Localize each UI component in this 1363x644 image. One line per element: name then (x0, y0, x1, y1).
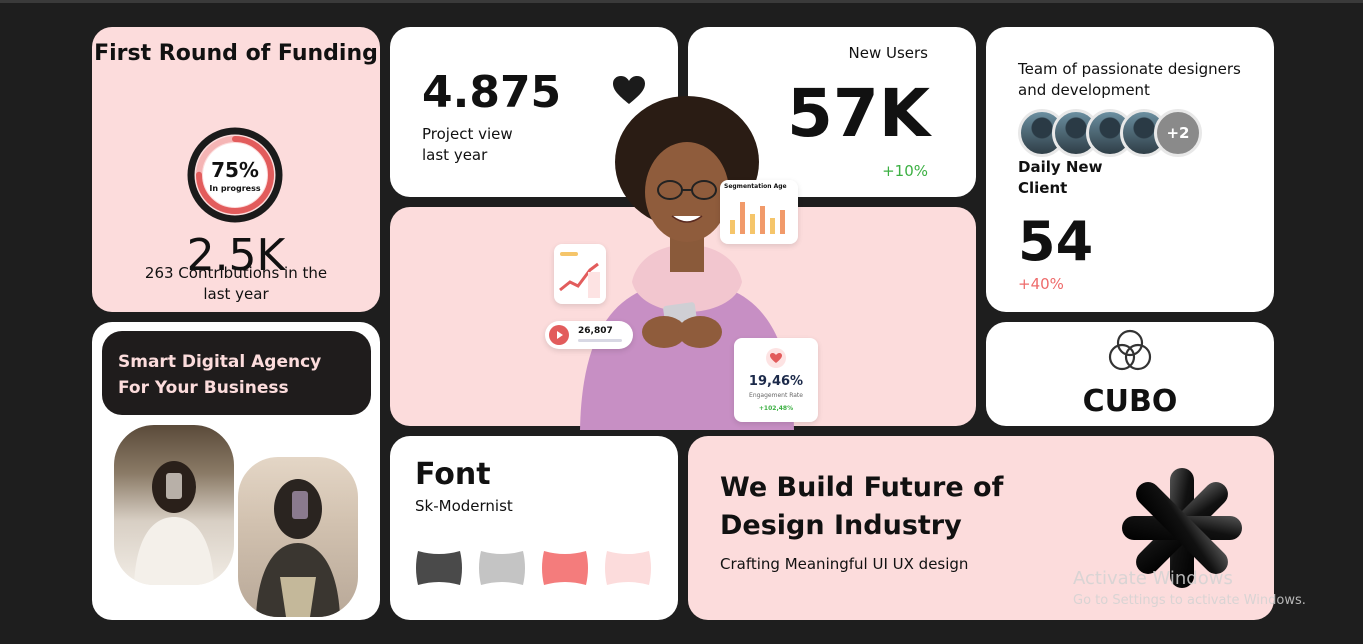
engagement-change: +102,48% (758, 405, 794, 412)
engagement-widget: 19,46% Engagement Rate +102,48% (734, 338, 818, 422)
line-chart-widget (554, 244, 606, 304)
heart-badge-icon (766, 348, 786, 368)
person-photo-icon (134, 461, 214, 585)
bar-chart-icon (730, 202, 785, 234)
agency-card: Smart Digital Agency For Your Business (92, 322, 380, 620)
cubo-card: CUBO (986, 322, 1274, 426)
window-top-bar (0, 0, 1363, 3)
font-card: Font Sk-Modernist (390, 436, 678, 620)
color-swatch[interactable] (540, 549, 590, 587)
line-chart-icon (559, 252, 600, 298)
build-subtitle: Crafting Meaningful UI UX design (720, 555, 969, 573)
agency-banner: Smart Digital Agency For Your Business (102, 331, 371, 415)
daily-client-value: 54 (1018, 210, 1094, 273)
progress-ring: 75% In progress (187, 127, 283, 223)
progress-label: In progress (209, 184, 260, 193)
engagement-label: Engagement Rate (749, 392, 803, 399)
color-swatch[interactable] (414, 549, 464, 587)
daily-client-delta: +40% (1018, 275, 1064, 293)
agency-photo-left (114, 425, 234, 585)
project-view-label: Project view last year (422, 125, 513, 164)
funding-title: First Round of Funding (94, 41, 378, 66)
segmentation-chart-widget: Segmentation Age (720, 180, 798, 244)
project-view-value: 4.875 (422, 67, 562, 118)
agency-photo-right (238, 457, 358, 617)
color-swatch[interactable] (603, 549, 653, 587)
team-card: Team of passionate designers and develop… (986, 27, 1274, 312)
activate-windows-subtitle: Go to Settings to activate Windows. (1073, 593, 1306, 608)
new-users-delta: +10% (882, 162, 928, 180)
video-views-count: 26,807 (578, 326, 613, 336)
play-icon[interactable] (549, 325, 569, 345)
build-title: We Build Future of Design Industry (720, 472, 1004, 541)
font-title: Font (415, 457, 491, 492)
views-progress-bar (578, 339, 622, 342)
engagement-value: 19,46% (748, 374, 804, 389)
daily-client-label: Daily New Client (1018, 158, 1103, 197)
avatar-more-badge[interactable]: +2 (1154, 109, 1202, 157)
cubo-logo-icon (1108, 329, 1152, 371)
person-photo-icon (256, 479, 340, 617)
activate-windows-watermark: Activate Windows Go to Settings to activ… (1073, 568, 1306, 608)
team-label: Team of passionate designers and develop… (1018, 60, 1241, 99)
video-views-widget: 26,807 (545, 321, 633, 349)
new-users-label: New Users (848, 44, 929, 62)
color-swatch[interactable] (477, 549, 527, 587)
font-name: Sk-Modernist (415, 497, 513, 515)
activate-windows-title: Activate Windows (1073, 568, 1233, 589)
progress-percent: 75% (211, 158, 259, 182)
new-users-value: 57K (787, 75, 930, 152)
funding-contributions: 263 Contributions in the last year (144, 264, 328, 303)
cubo-name: CUBO (1082, 384, 1178, 419)
agency-title: Smart Digital Agency For Your Business (118, 352, 322, 398)
funding-card: First Round of Funding 75% In progress 2… (92, 27, 380, 312)
